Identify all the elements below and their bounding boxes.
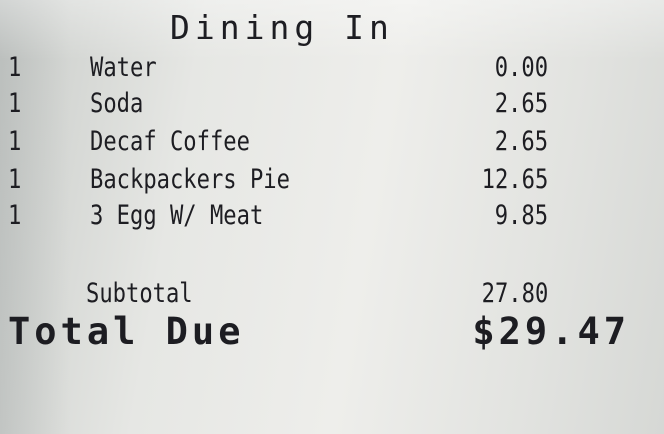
item-price: 2.65 — [494, 126, 548, 157]
total-due-value: $29.47 — [472, 310, 630, 353]
item-name: Backpackers Pie — [90, 164, 290, 195]
subtotal-label: Subtotal — [86, 278, 193, 309]
line-item: 1 Soda 2.65 — [0, 88, 664, 124]
item-price: 0.00 — [494, 52, 548, 83]
total-due-label: Total Due — [8, 310, 245, 353]
item-price: 2.65 — [494, 88, 548, 119]
receipt: Dining In 1 Water 0.00 1 Soda 2.65 1 Dec… — [0, 0, 664, 434]
line-item: 1 3 Egg W/ Meat 9.85 — [0, 200, 664, 236]
item-price: 9.85 — [494, 200, 548, 231]
item-quantity: 1 — [8, 200, 22, 231]
item-name: 3 Egg W/ Meat — [90, 200, 264, 231]
item-quantity: 1 — [8, 164, 22, 195]
item-price: 12.65 — [481, 164, 548, 195]
line-item: 1 Backpackers Pie 12.65 — [0, 164, 664, 200]
item-name: Soda — [90, 88, 144, 119]
item-quantity: 1 — [8, 52, 22, 83]
line-item: 1 Decaf Coffee 2.65 — [0, 126, 664, 162]
item-quantity: 1 — [8, 88, 22, 119]
line-item: 1 Water 0.00 — [0, 52, 664, 88]
receipt-heading: Dining In — [170, 8, 394, 47]
item-name: Decaf Coffee — [90, 126, 250, 157]
item-quantity: 1 — [8, 126, 22, 157]
subtotal-value: 27.80 — [481, 278, 548, 309]
item-name: Water — [90, 52, 157, 83]
